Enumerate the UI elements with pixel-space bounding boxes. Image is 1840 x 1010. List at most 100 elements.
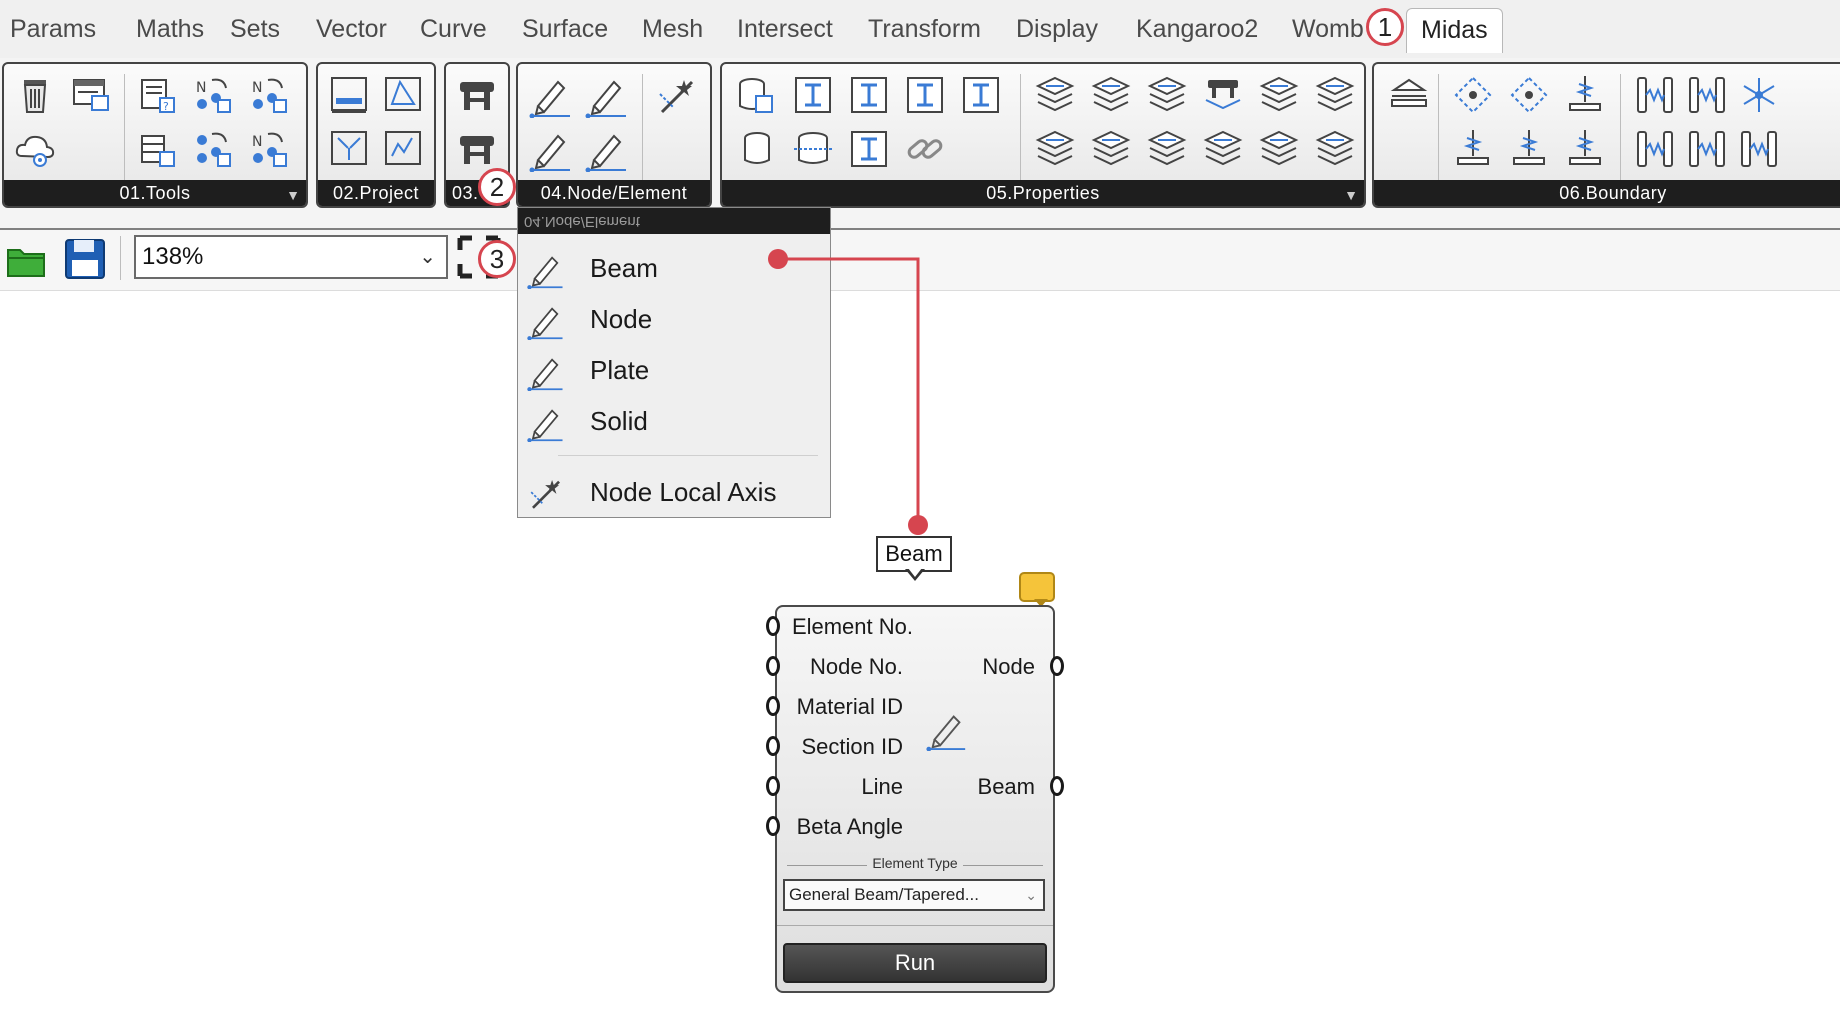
star-node-icon[interactable] [1736,72,1782,118]
database-cylinder-icon[interactable] [790,126,836,172]
spring-support-icon[interactable] [1562,72,1608,118]
rigid-link-icon[interactable] [1450,72,1496,118]
layers-icon[interactable] [1312,126,1358,172]
project-frame-icon[interactable] [326,72,372,118]
input-port-node-no[interactable] [766,656,780,676]
tab-intersect[interactable]: Intersect [737,10,833,48]
layers-icon[interactable] [1312,72,1358,118]
tab-surface[interactable]: Surface [522,10,608,48]
tab-curve[interactable]: Curve [420,10,487,48]
message-balloon-icon[interactable] [1019,572,1055,602]
section-i-icon[interactable] [846,72,892,118]
rigid-link-icon[interactable] [1506,72,1552,118]
expand-arrow-icon[interactable]: ▼ [286,187,300,203]
section-i-icon[interactable] [902,72,948,118]
layers-icon[interactable] [1256,72,1302,118]
zoom-level-select[interactable]: 138% ⌄ [134,235,448,279]
layers-icon[interactable] [1032,72,1078,118]
axis-wand-icon[interactable] [654,72,700,118]
expand-arrow-icon[interactable]: ▼ [1344,187,1358,203]
section-i-icon[interactable] [790,72,836,118]
tab-display[interactable]: Display [1016,10,1098,48]
dropdown-item-node-local-axis[interactable]: Node Local Axis [518,467,830,517]
project-triangle-icon[interactable] [380,72,426,118]
node-query-icon[interactable]: N [190,72,236,118]
elastic-link-icon[interactable] [1632,72,1678,118]
tab-kangaroo2[interactable]: Kangaroo2 [1136,10,1258,48]
pencil-icon[interactable] [528,72,574,118]
material-db-icon[interactable] [734,72,780,118]
spring-support-icon[interactable] [1506,126,1552,172]
cloud-settings-icon[interactable] [12,126,58,172]
dropdown-item-solid[interactable]: Solid [518,396,830,446]
layers-icon[interactable] [1032,126,1078,172]
doc-query-icon[interactable]: ? [134,72,180,118]
ribbon-separator [1620,74,1621,180]
group-label-tools: 01.Tools [4,180,306,206]
elastic-link-icon[interactable] [1684,126,1730,172]
pencil-icon[interactable] [528,126,574,172]
tab-sets[interactable]: Sets [230,10,280,48]
chevron-down-icon: ⌄ [1025,887,1037,903]
spring-support-icon[interactable] [1450,126,1496,172]
node-query-icon[interactable]: N [246,126,292,172]
pencil-icon[interactable] [584,72,630,118]
divider-line [777,925,1053,926]
element-type-select[interactable]: General Beam/Tapered... ⌄ [783,879,1045,911]
link-icon[interactable] [902,126,948,172]
layers-icon[interactable] [1088,126,1134,172]
elastic-link-icon[interactable] [1684,72,1730,118]
layers-icon[interactable] [1200,126,1246,172]
input-port-material-id[interactable] [766,696,780,716]
input-port-beta-angle[interactable] [766,816,780,836]
input-port-element-no[interactable] [766,616,780,636]
dropdown-item-beam[interactable]: Beam [518,243,830,293]
dropdown-item-plate[interactable]: Plate [518,345,830,395]
group-label-boundary: 06.Boundary [1374,180,1840,206]
project-chart-icon[interactable] [380,126,426,172]
tab-vector[interactable]: Vector [316,10,387,48]
pencil-icon[interactable] [584,126,630,172]
project-arrows-icon[interactable] [326,126,372,172]
dropdown-item-node[interactable]: Node [518,294,830,344]
run-button[interactable]: Run [783,943,1047,983]
beam-component[interactable]: Element No. Node No. Material ID Section… [775,605,1055,993]
layers-icon[interactable] [1088,72,1134,118]
save-disk-icon[interactable] [62,236,108,282]
output-port-beam[interactable] [1050,776,1064,796]
layers-icon[interactable] [1144,126,1190,172]
layers-icon[interactable] [1144,72,1190,118]
dropdown-header: 04.Node/Element [518,208,830,234]
trash-icon[interactable] [12,72,58,118]
tab-midas[interactable]: Midas [1406,8,1503,53]
ribbon-group-boundary: 06.Boundary [1372,62,1840,208]
input-material-id: Material ID [796,694,903,719]
support-stack-icon[interactable] [1386,72,1432,118]
input-port-section-id[interactable] [766,736,780,756]
output-beam: Beam [977,774,1035,799]
node-query-icon[interactable] [190,126,236,172]
output-port-node[interactable] [1050,656,1064,676]
elastic-link-icon[interactable] [1736,126,1782,172]
elastic-link-icon[interactable] [1632,126,1678,172]
table-icon[interactable] [454,126,500,172]
output-node: Node [982,654,1035,679]
input-port-line[interactable] [766,776,780,796]
callout-1: 1 [1366,8,1404,46]
table-layer-icon[interactable] [1200,72,1246,118]
section-i-icon[interactable] [958,72,1004,118]
cylinder-icon[interactable] [734,126,780,172]
window-settings-icon[interactable] [68,72,114,118]
spring-support-icon[interactable] [1562,126,1608,172]
tab-params[interactable]: Params [10,10,96,48]
section-i-icon[interactable] [846,126,892,172]
node-query-icon[interactable]: N [246,72,292,118]
open-folder-icon[interactable] [4,236,50,282]
tab-mesh[interactable]: Mesh [642,10,703,48]
tab-maths[interactable]: Maths [136,10,204,48]
tab-transform[interactable]: Transform [868,10,981,48]
layers-icon[interactable] [1256,126,1302,172]
table-icon[interactable] [454,72,500,118]
tab-womb[interactable]: Womb [1292,10,1364,48]
database-query-icon[interactable] [134,126,180,172]
